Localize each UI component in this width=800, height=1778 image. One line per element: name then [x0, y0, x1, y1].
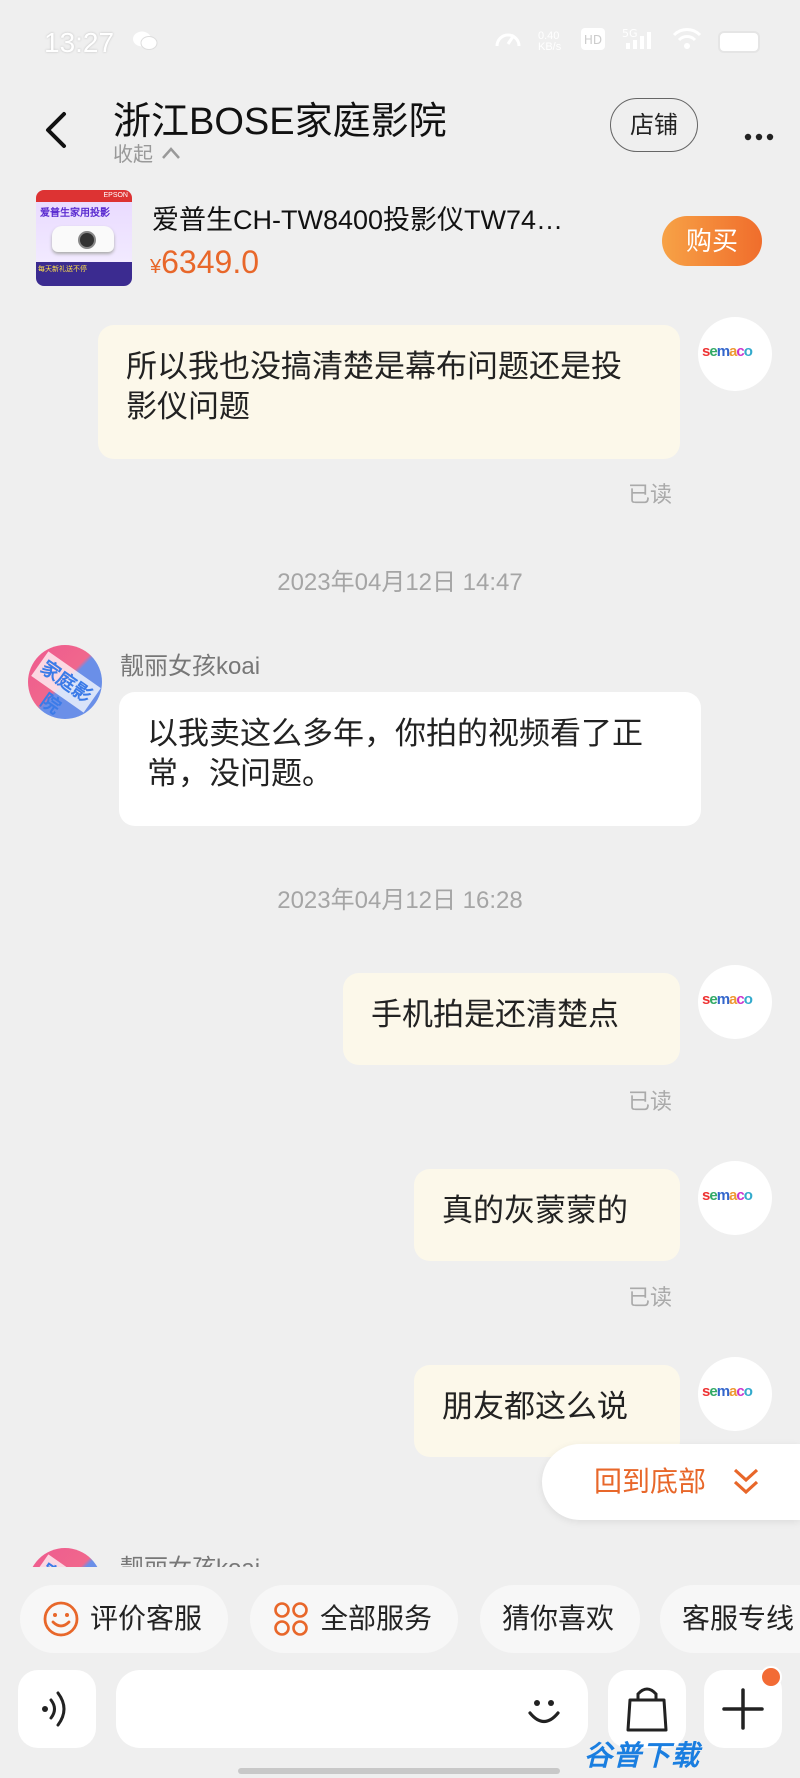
- collapse-toggle[interactable]: 收起: [113, 138, 181, 167]
- voice-icon: [42, 1691, 66, 1727]
- message-text: 朋友都这么说: [442, 1389, 628, 1424]
- thumb-brand: EPSON: [36, 190, 132, 202]
- thumb-band: 每天新礼送不停: [36, 262, 132, 286]
- wechat-icon: [132, 30, 158, 57]
- back-to-bottom-button[interactable]: 回到底部: [542, 1444, 800, 1520]
- avatar[interactable]: 家庭影院: [28, 645, 102, 719]
- message-input[interactable]: [116, 1670, 588, 1748]
- chip-service-hotline[interactable]: 客服专线: [660, 1585, 800, 1653]
- emoji-icon: [528, 1700, 560, 1724]
- product-thumbnail[interactable]: EPSON 爱普生家用投影 每天新礼送不停: [36, 190, 132, 286]
- thumb-title: 爱普生家用投影: [40, 208, 110, 219]
- chat-list[interactable]: 所以我也没搞清楚是幕布问题还是投影仪问题 semaco 已读 2023年04月1…: [0, 300, 800, 1567]
- message-text: 以我卖这么多年，你拍的视频看了正常，没问题。: [147, 716, 643, 791]
- store-button[interactable]: 店铺: [610, 98, 698, 152]
- avatar[interactable]: semaco: [698, 1357, 772, 1431]
- currency-symbol: ¥: [150, 256, 162, 278]
- semaco-logo: semaco: [702, 991, 753, 1008]
- timestamp: 2023年04月12日 14:47: [277, 569, 523, 596]
- notification-dot: [760, 1666, 782, 1688]
- chat-header: 浙江BOSE家庭影院 收起 店铺: [0, 86, 800, 176]
- speed-icon: [494, 26, 522, 57]
- semaco-logo: semaco: [702, 1383, 753, 1400]
- smile-icon: [43, 1601, 79, 1637]
- semaco-logo: semaco: [702, 343, 753, 360]
- avatar-stamp: 家庭影院: [31, 651, 101, 719]
- back-button[interactable]: [38, 108, 74, 152]
- message-bubble-outgoing[interactable]: 真的灰蒙蒙的: [414, 1169, 680, 1261]
- quick-actions: 评价客服 全部服务 猜你喜欢 客服专线: [0, 1585, 800, 1653]
- projector-image: [52, 226, 114, 252]
- product-price: ¥6349.0: [150, 244, 259, 281]
- chip-label: 猜你喜欢: [502, 1603, 615, 1634]
- chip-label: 评价客服: [90, 1603, 203, 1634]
- status-time: 13:27: [44, 27, 115, 58]
- hd-icon: HD: [580, 27, 606, 56]
- read-receipt: 已读: [628, 1089, 673, 1114]
- chip-label: 客服专线: [682, 1603, 795, 1634]
- more-dots-icon: [744, 133, 774, 141]
- signal-icon: 5G: [622, 27, 656, 56]
- chip-all-services[interactable]: 全部服务: [250, 1585, 458, 1653]
- more-button[interactable]: [744, 116, 774, 150]
- message-text: 真的灰蒙蒙的: [442, 1193, 628, 1228]
- message-text: 所以我也没搞清楚是幕布问题还是投影仪问题: [126, 349, 622, 424]
- voice-button[interactable]: [18, 1670, 96, 1748]
- chip-guess-you-like[interactable]: 猜你喜欢: [480, 1585, 640, 1653]
- product-card[interactable]: EPSON 爱普生家用投影 每天新礼送不停 爱普生CH-TW8400投影仪TW7…: [0, 188, 800, 288]
- wifi-icon: [672, 27, 702, 56]
- message-text: 手机拍是还清楚点: [371, 997, 619, 1032]
- double-chevron-down-icon: [733, 1468, 759, 1495]
- message-bubble-incoming[interactable]: 以我卖这么多年，你拍的视频看了正常，没问题。: [119, 692, 701, 826]
- semaco-logo: semaco: [702, 1187, 753, 1204]
- chip-label: 全部服务: [320, 1603, 433, 1634]
- battery-icon: [718, 30, 760, 53]
- collapse-label: 收起: [113, 144, 153, 166]
- message-bubble-outgoing[interactable]: 所以我也没搞清楚是幕布问题还是投影仪问题: [98, 325, 680, 459]
- sender-name: 靓丽女孩koai: [120, 653, 261, 680]
- avatar-stamp: 家庭影院: [31, 1554, 101, 1567]
- chip-rate-service[interactable]: 评价客服: [20, 1585, 228, 1653]
- avatar[interactable]: semaco: [698, 317, 772, 391]
- read-receipt: 已读: [628, 1285, 673, 1310]
- shop-title: 浙江BOSE家庭影院: [113, 101, 447, 143]
- emoji-button[interactable]: [522, 1688, 566, 1732]
- sender-name: 靓丽女孩koai: [120, 1548, 260, 1567]
- buy-button[interactable]: 购买: [662, 216, 762, 266]
- status-bar: 13:27 0.40 KB/s HD 5G: [0, 0, 800, 86]
- product-name[interactable]: 爱普生CH-TW8400投影仪TW74…: [152, 198, 563, 237]
- home-indicator[interactable]: [238, 1768, 560, 1774]
- chevron-up-icon: [162, 146, 180, 159]
- read-receipt: 已读: [628, 482, 673, 507]
- message-bubble-outgoing[interactable]: 手机拍是还清楚点: [343, 973, 680, 1065]
- back-to-bottom-label: 回到底部: [594, 1466, 707, 1497]
- avatar[interactable]: 家庭影院: [28, 1548, 102, 1567]
- chevron-left-icon: [46, 112, 66, 148]
- timestamp: 2023年04月12日 16:28: [277, 887, 523, 914]
- net-speed-text: 0.40 KB/s: [538, 29, 562, 53]
- watermark: 谷普下载: [584, 1740, 701, 1771]
- grid-icon: [274, 1602, 308, 1636]
- price-value: 6349.0: [161, 244, 259, 280]
- avatar[interactable]: semaco: [698, 965, 772, 1039]
- svg-text:HD: HD: [584, 33, 602, 47]
- avatar[interactable]: semaco: [698, 1161, 772, 1235]
- svg-text:5G: 5G: [622, 27, 638, 40]
